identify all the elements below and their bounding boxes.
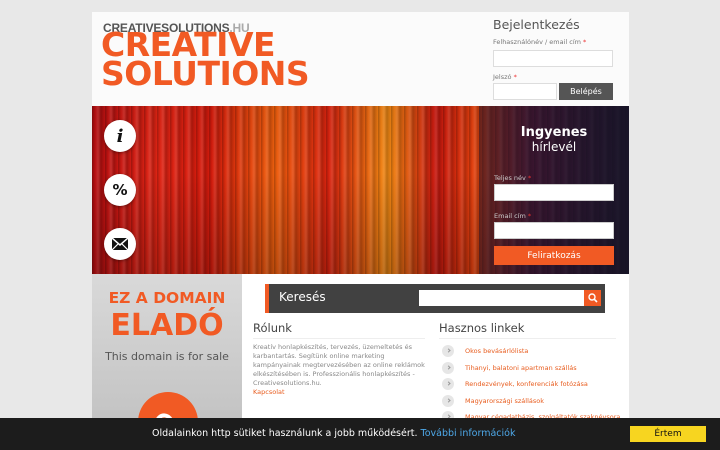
page: CREATIVESOLUTIONS.HU CREATIVE SOLUTIONS … bbox=[92, 12, 629, 450]
chevron-right-icon bbox=[442, 378, 454, 390]
about-title: Rólunk bbox=[253, 321, 425, 339]
newsletter-name-input[interactable] bbox=[494, 184, 614, 201]
login-title: Bejelentkezés bbox=[493, 17, 580, 32]
sale-line3: This domain is for sale bbox=[105, 350, 229, 363]
logo[interactable]: CREATIVE SOLUTIONS bbox=[101, 28, 321, 93]
useful-links: Hasznos linkek Okos bevásárlólista Tihan… bbox=[439, 321, 620, 426]
password-input[interactable] bbox=[493, 83, 557, 100]
banner: i % Ingyenes hírlevél Teljes név * Email… bbox=[92, 106, 629, 274]
password-label: Jelszó * bbox=[493, 73, 517, 81]
chevron-right-icon bbox=[442, 394, 454, 407]
contact-link[interactable]: Kapcsolat bbox=[253, 388, 425, 396]
chevron-right-icon bbox=[442, 345, 454, 357]
link-item[interactable]: Magyarországi szállások bbox=[439, 393, 616, 409]
search-button[interactable] bbox=[584, 290, 601, 306]
chevron-right-icon bbox=[442, 361, 454, 374]
username-input[interactable] bbox=[493, 50, 613, 67]
newsletter-email-label: Email cím * bbox=[494, 212, 532, 220]
logo-line2: SOLUTIONS bbox=[101, 54, 310, 93]
search-bar: Keresés bbox=[265, 284, 605, 313]
search-input[interactable] bbox=[419, 290, 584, 306]
login-form: Bejelentkezés Felhasználónév / email cím… bbox=[493, 17, 615, 106]
username-label: Felhasználónév / email cím * bbox=[493, 38, 587, 46]
about-section: Rólunk Kreatív honlapkészítés, tervezés,… bbox=[253, 321, 425, 396]
cookie-bar: Oldalainkon http sütiket használunk a jo… bbox=[0, 418, 720, 450]
link-item[interactable]: Rendezvények, konferenciák fotózása bbox=[439, 376, 616, 392]
newsletter-email-input[interactable] bbox=[494, 222, 614, 239]
cookie-accept-button[interactable]: Értem bbox=[630, 426, 706, 442]
links-title: Hasznos linkek bbox=[439, 321, 616, 339]
search-label: Keresés bbox=[279, 290, 326, 304]
newsletter-subtitle: hírlevél bbox=[531, 140, 577, 154]
cookie-text: Oldalainkon http sütiket használunk a jo… bbox=[152, 428, 516, 439]
mail-icon[interactable] bbox=[104, 228, 136, 260]
newsletter-title: Ingyenes bbox=[520, 125, 588, 140]
header: CREATIVESOLUTIONS.HU CREATIVE SOLUTIONS … bbox=[92, 12, 629, 106]
newsletter-form: Ingyenes hírlevél Teljes név * Email cím… bbox=[479, 106, 629, 274]
cookie-info-link[interactable]: További információk bbox=[421, 428, 516, 439]
search-icon bbox=[587, 293, 598, 303]
newsletter-name-label: Teljes név * bbox=[494, 174, 532, 182]
sale-line2: ELADÓ bbox=[110, 308, 224, 343]
subscribe-button[interactable]: Feliratkozás bbox=[494, 246, 614, 265]
link-item[interactable]: Tihanyi, balatoni apartman szállás bbox=[439, 360, 616, 376]
link-item[interactable]: Okos bevásárlólista bbox=[439, 343, 616, 359]
about-text: Kreatív honlapkészítés, tervezés, üzemel… bbox=[253, 343, 425, 387]
login-button[interactable]: Belépés bbox=[559, 83, 613, 100]
percent-icon[interactable]: % bbox=[104, 174, 136, 206]
sale-line1: EZ A DOMAIN bbox=[108, 289, 226, 307]
info-icon[interactable]: i bbox=[104, 120, 136, 152]
